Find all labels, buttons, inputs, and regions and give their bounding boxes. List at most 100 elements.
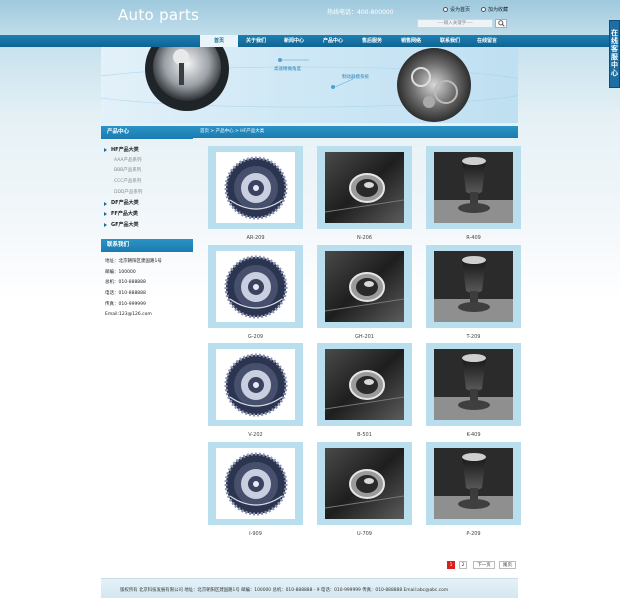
product-card[interactable]: T-209 <box>426 245 521 342</box>
nav-products[interactable]: 产品中心 <box>314 35 352 47</box>
contact-heading: 联系我们 <box>101 239 193 252</box>
product-image[interactable] <box>434 448 513 519</box>
product-image[interactable] <box>325 448 404 519</box>
product-image[interactable] <box>434 251 513 322</box>
nav-news[interactable]: 新闻中心 <box>275 35 313 47</box>
product-image[interactable] <box>216 349 295 420</box>
product-card[interactable]: V-202 <box>208 343 303 440</box>
favorite-icon <box>481 7 486 12</box>
product-caption[interactable]: U-709 <box>317 530 412 538</box>
product-frame <box>208 245 303 328</box>
product-caption[interactable]: AR-209 <box>208 234 303 242</box>
product-frame <box>317 245 412 328</box>
search-input[interactable]: ----输入关键字---- <box>417 19 493 28</box>
nav-message[interactable]: 在线留言 <box>468 35 506 47</box>
arrow-right-icon <box>104 212 107 217</box>
product-caption[interactable]: V-202 <box>208 431 303 439</box>
search-button[interactable] <box>495 19 507 28</box>
product-caption[interactable]: R-409 <box>426 234 521 242</box>
product-caption[interactable]: K-409 <box>426 431 521 439</box>
product-caption[interactable]: P-209 <box>426 530 521 538</box>
product-card[interactable]: K-409 <box>426 343 521 440</box>
site-logo[interactable]: Auto parts <box>118 6 199 24</box>
add-favorite-link[interactable]: 加为收藏 <box>481 6 508 13</box>
product-card[interactable]: P-209 <box>426 442 521 539</box>
main-nav: 首页 关于我们 新闻中心 产品中心 售后服务 销售网络 联系我们 在线留言 <box>0 35 610 47</box>
contact-phone: 电话：010-888888 <box>105 291 146 297</box>
product-center-heading: 产品中心 <box>101 126 193 139</box>
subcategory-item[interactable]: AAA产品系列 <box>104 156 190 167</box>
product-caption[interactable]: N-206 <box>317 234 412 242</box>
page-1-button[interactable]: 1 <box>447 561 455 569</box>
product-frame <box>426 442 521 525</box>
category-item[interactable]: GF产品大类 <box>104 220 190 231</box>
product-image[interactable] <box>325 349 404 420</box>
online-service-tab[interactable]: 在线客服中心 <box>609 20 620 88</box>
category-item[interactable]: FF产品大类 <box>104 209 190 220</box>
nav-sales-network[interactable]: 销售网络 <box>392 35 430 47</box>
product-frame <box>426 343 521 426</box>
category-label: CCC产品系列 <box>114 179 142 185</box>
product-card[interactable]: AR-209 <box>208 146 303 243</box>
subcategory-item[interactable]: CCC产品系列 <box>104 177 190 188</box>
product-frame <box>426 245 521 328</box>
category-label: DF产品大类 <box>111 200 139 207</box>
breadcrumb[interactable]: 首页 > 产品中心 > HF产品大类 <box>193 126 518 138</box>
product-card[interactable]: GH-201 <box>317 245 412 342</box>
subcategory-item[interactable]: BBB产品系列 <box>104 166 190 177</box>
category-label: GF产品大类 <box>111 221 139 228</box>
product-frame <box>208 146 303 229</box>
product-image[interactable] <box>434 152 513 223</box>
contact-email: Email:123@126.com <box>105 312 152 318</box>
hero-banner: 高速精做角度 制动器模系统 <box>101 47 518 123</box>
add-favorite-label: 加为收藏 <box>488 7 509 13</box>
contact-switchboard: 总机：010-888888 <box>105 280 146 286</box>
product-image[interactable] <box>216 251 295 322</box>
arrow-right-icon <box>104 223 107 228</box>
nav-contact[interactable]: 联系我们 <box>431 35 469 47</box>
product-image[interactable] <box>434 349 513 420</box>
last-page-button[interactable]: 尾页 <box>499 561 516 569</box>
product-caption[interactable]: T-209 <box>426 333 521 341</box>
nav-service[interactable]: 售后服务 <box>353 35 391 47</box>
product-caption[interactable]: I-909 <box>208 530 303 538</box>
banner-note-2: 制动器模系统 <box>342 75 369 80</box>
footer-text: 版权所有 北京科技发展有限公司 地址：北京朝阳区建国路1号 邮编：100000 … <box>120 588 449 593</box>
product-card[interactable]: G-209 <box>208 245 303 342</box>
contact-fax: 传真：010-999999 <box>105 301 146 307</box>
product-frame <box>208 442 303 525</box>
product-card[interactable]: N-206 <box>317 146 412 243</box>
product-image[interactable] <box>325 152 404 223</box>
arrow-right-icon <box>104 201 107 206</box>
set-homepage-label: 设为首页 <box>450 7 471 13</box>
product-image[interactable] <box>216 448 295 519</box>
contact-address: 地址：北京朝阳区建国路1号 <box>105 259 162 264</box>
search-icon <box>497 20 505 27</box>
online-service-label: 在线客服中心 <box>611 29 618 77</box>
category-label: BBB产品系列 <box>114 168 142 174</box>
arrow-right-icon <box>104 148 107 153</box>
nav-home[interactable]: 首页 <box>200 35 238 47</box>
category-label: HF产品大类 <box>111 147 139 153</box>
contact-postcode: 邮编：100000 <box>105 269 136 275</box>
product-frame <box>317 442 412 525</box>
category-item[interactable]: DF产品大类 <box>104 198 190 209</box>
next-page-button[interactable]: 下一页 <box>473 561 495 569</box>
product-caption[interactable]: B-501 <box>317 431 412 439</box>
product-frame <box>317 146 412 229</box>
product-caption[interactable]: G-209 <box>208 333 303 341</box>
product-caption[interactable]: GH-201 <box>317 333 412 341</box>
category-item[interactable]: HF产品大类 <box>104 145 190 156</box>
product-card[interactable]: R-409 <box>426 146 521 243</box>
product-card[interactable]: B-501 <box>317 343 412 440</box>
set-homepage-link[interactable]: 设为首页 <box>443 6 470 13</box>
product-image[interactable] <box>216 152 295 223</box>
subcategory-item[interactable]: DDD产品系列 <box>104 188 190 199</box>
page-2-button[interactable]: 2 <box>459 561 467 569</box>
nav-about[interactable]: 关于我们 <box>237 35 275 47</box>
product-card[interactable]: U-709 <box>317 442 412 539</box>
banner-illustration <box>101 47 518 122</box>
product-card[interactable]: I-909 <box>208 442 303 539</box>
category-list: HF产品大类 AAA产品系列 BBB产品系列 CCC产品系列 DDD产品系列 DF产品大类… <box>104 145 190 231</box>
product-image[interactable] <box>325 251 404 322</box>
